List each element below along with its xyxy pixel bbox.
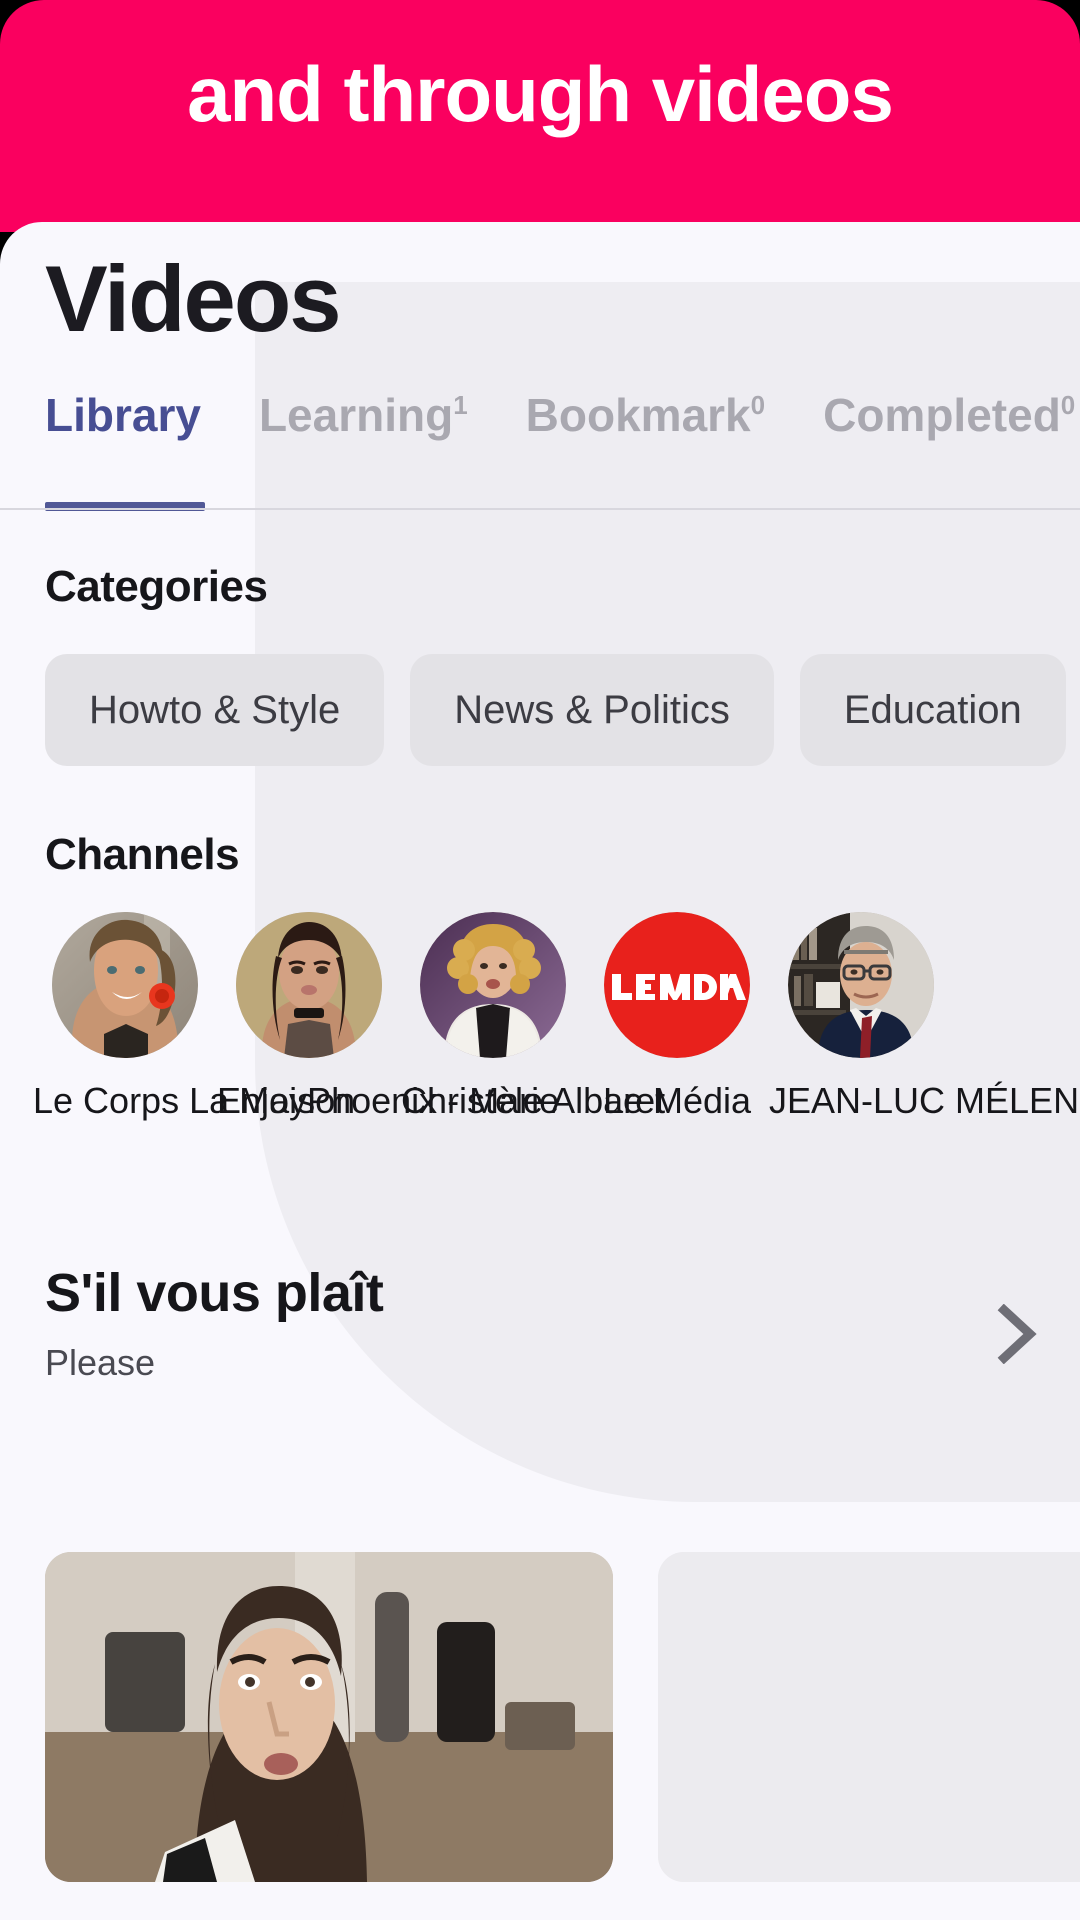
category-chip-label: Education bbox=[843, 688, 1022, 732]
channel-item-le-corps-la-maison[interactable]: Le Corps La Maison bbox=[33, 912, 356, 1124]
channel-name: EnjoyPhoenix - Marie bbox=[217, 1080, 560, 1121]
channel-name: Christèle Albaret bbox=[401, 1080, 666, 1121]
channel-avatar-logo bbox=[604, 912, 750, 1058]
tab-learning[interactable]: Learning 1 bbox=[259, 390, 468, 441]
tab-bookmark-label: Bookmark bbox=[525, 389, 751, 441]
video-card[interactable] bbox=[658, 1552, 1080, 1882]
page-title: Videos bbox=[45, 246, 342, 351]
channel-avatar bbox=[420, 912, 566, 1058]
category-chip-label: News & Politics bbox=[454, 688, 730, 732]
categories-chip-list[interactable]: Howto & Style News & Politics Education bbox=[45, 654, 1080, 766]
channel-avatar bbox=[236, 912, 382, 1058]
tab-completed[interactable]: Completed 0 bbox=[823, 390, 1075, 441]
content-sheet: Videos Library Learning 1 Bookmark 0 Com… bbox=[0, 222, 1080, 1920]
category-chip-label: Howto & Style bbox=[89, 688, 341, 732]
chevron-right-icon[interactable] bbox=[994, 1303, 1038, 1365]
tab-bookmark-count: 0 bbox=[750, 390, 766, 420]
tab-learning-label: Learning bbox=[258, 389, 454, 441]
video-card[interactable] bbox=[45, 1552, 613, 1882]
channel-item-le-media[interactable]: Le Média bbox=[585, 912, 769, 1124]
category-chip-news-politics[interactable]: News & Politics bbox=[410, 654, 774, 766]
channel-item-enjoyphoenix[interactable]: EnjoyPhoenix - Marie bbox=[217, 912, 560, 1124]
channel-item-jean-luc-melenchon[interactable]: JEAN-LUC MÉLENCHON bbox=[769, 912, 1080, 1124]
channel-avatar bbox=[52, 912, 198, 1058]
channel-name: Le Corps La Maison bbox=[33, 1080, 356, 1121]
promo-banner: and through videos bbox=[0, 0, 1080, 232]
tab-learning-count: 1 bbox=[453, 390, 468, 420]
playlist-subtitle: Please bbox=[45, 1342, 156, 1383]
channels-heading: Channels bbox=[45, 830, 240, 879]
tab-completed-label: Completed bbox=[823, 389, 1061, 441]
category-chip-howto-style[interactable]: Howto & Style bbox=[45, 654, 385, 766]
channel-name: JEAN-LUC MÉLENCHON bbox=[769, 1080, 1080, 1121]
promo-banner-text: and through videos bbox=[187, 50, 894, 138]
category-chip-education[interactable]: Education bbox=[799, 654, 1066, 766]
tab-bar-divider bbox=[0, 508, 1080, 510]
tab-bookmark[interactable]: Bookmark 0 bbox=[526, 390, 765, 441]
app-screen: and through videos Videos Library Learni… bbox=[0, 0, 1080, 1920]
channel-name: Le Média bbox=[602, 1080, 752, 1121]
tab-library[interactable]: Library bbox=[45, 390, 201, 441]
video-card-list[interactable] bbox=[45, 1552, 1080, 1882]
tab-library-label: Library bbox=[45, 389, 201, 441]
channel-avatar bbox=[788, 912, 934, 1058]
categories-heading: Categories bbox=[45, 562, 268, 611]
channels-list[interactable]: Le Corps La Maison EnjoyPhoenix - Marie … bbox=[33, 912, 1080, 1124]
channel-item-christele-albaret[interactable]: Christèle Albaret bbox=[401, 912, 666, 1124]
tab-completed-count: 0 bbox=[1060, 390, 1076, 420]
playlist-title: S'il vous plaît bbox=[45, 1263, 384, 1323]
